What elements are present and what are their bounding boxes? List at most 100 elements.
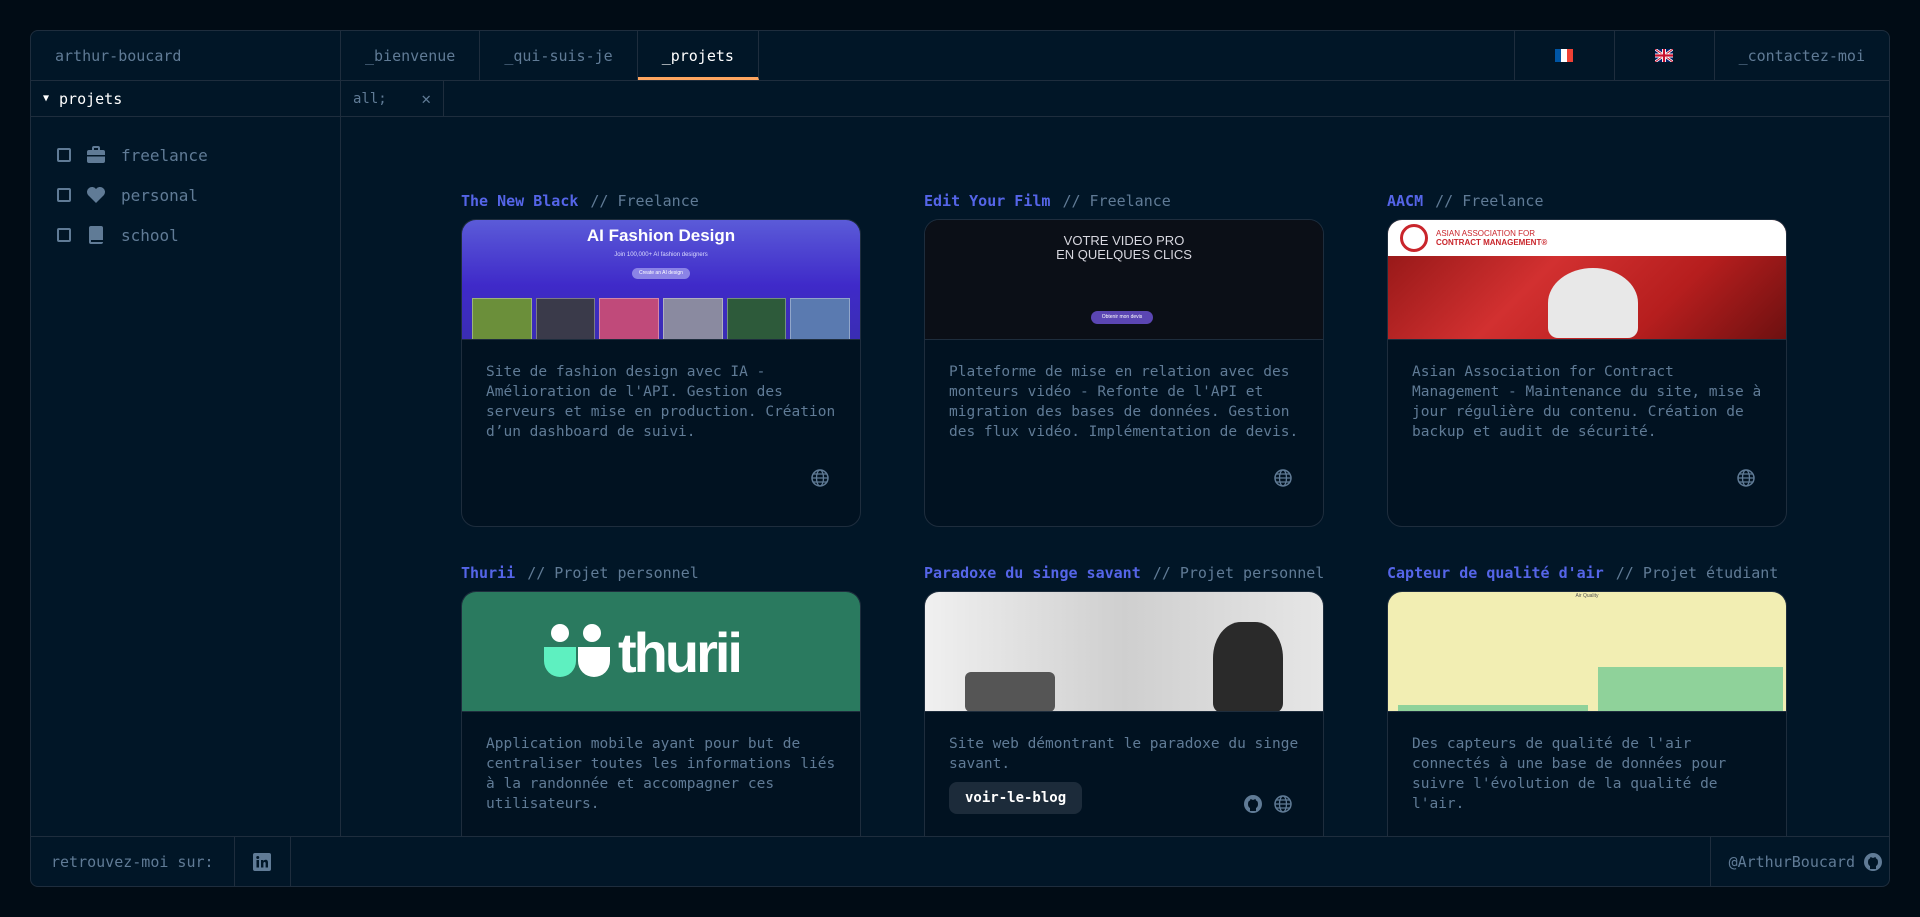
- filter-label: personal: [121, 185, 199, 205]
- project-card: Air Quality Des capteurs de qualité de l…: [1387, 591, 1787, 836]
- project-thumbnail: thurii: [462, 592, 860, 712]
- project-name: Capteur de qualité d'air: [1387, 564, 1604, 582]
- globe-icon[interactable]: [1736, 468, 1756, 488]
- thumb-title-line: VOTRE VIDEO PRO: [1063, 233, 1185, 248]
- thumb-chart-bar: [1398, 705, 1588, 711]
- filter-checkbox[interactable]: [57, 228, 71, 242]
- top-nav: arthur-boucard _bienvenue _qui-suis-je _…: [31, 31, 1889, 81]
- caret-down-icon: ▼: [43, 93, 50, 104]
- tab-qui-suis-je[interactable]: _qui-suis-je: [480, 31, 638, 80]
- tab-bienvenue[interactable]: _bienvenue: [341, 31, 481, 80]
- brand-name[interactable]: arthur-boucard: [31, 31, 341, 80]
- thumb-title: AI Fashion Design: [586, 226, 736, 245]
- projects-area: The New Black // Freelance AI Fashion De…: [341, 117, 1889, 836]
- book-icon: [85, 224, 107, 246]
- project-name: AACM: [1387, 192, 1424, 210]
- filter-freelance[interactable]: freelance: [31, 135, 340, 175]
- project-type: // Projet personnel: [1152, 564, 1325, 582]
- project-type: // Freelance: [590, 192, 699, 210]
- project-header: Paradoxe du singe savant // Projet perso…: [924, 555, 1324, 591]
- project-links: [1243, 794, 1293, 814]
- project-header: The New Black // Freelance: [461, 183, 861, 219]
- helmet-image: [1548, 268, 1638, 338]
- project-thumbnail: VOTRE VIDEO PRO EN QUELQUES CLICS Obteni…: [925, 220, 1323, 340]
- filter-tabbar: all; ✕: [341, 81, 1889, 117]
- filter-list: freelance personal school: [31, 117, 340, 255]
- filter-checkbox[interactable]: [57, 148, 71, 162]
- footer: retrouvez-moi sur: @ArthurBoucard: [31, 836, 1889, 886]
- briefcase-icon: [85, 144, 107, 166]
- contact-link[interactable]: _contactez-moi: [1713, 31, 1889, 80]
- linkedin-icon: [253, 852, 272, 871]
- project-header: Capteur de qualité d'air // Projet étudi…: [1387, 555, 1787, 591]
- project-description: Site de fashion design avec IA - Amélior…: [486, 364, 836, 440]
- project-type: // Freelance: [1062, 192, 1171, 210]
- project-links: [810, 468, 830, 488]
- thumb-button: Obtenir mon devis: [1091, 311, 1153, 324]
- project-item: Thurii // Projet personnel thurii Applic…: [461, 555, 861, 836]
- project-item: Edit Your Film // Freelance VOTRE VIDEO …: [924, 183, 1324, 527]
- active-filter-tab[interactable]: all; ✕: [341, 81, 444, 116]
- project-item: Paradoxe du singe savant // Projet perso…: [924, 555, 1324, 836]
- project-type: // Projet étudiant: [1615, 564, 1779, 582]
- filter-checkbox[interactable]: [57, 188, 71, 202]
- projects-grid: The New Black // Freelance AI Fashion De…: [461, 183, 1787, 836]
- sidebar-section-toggle[interactable]: ▼ projets: [31, 81, 340, 117]
- language-en-button[interactable]: [1613, 31, 1714, 80]
- project-header: Edit Your Film // Freelance: [924, 183, 1324, 219]
- globe-icon[interactable]: [1273, 794, 1293, 814]
- sidebar: ▼ projets freelance personal school: [31, 81, 341, 836]
- thumb-logo-line: CONTRACT MANAGEMENT®: [1436, 238, 1548, 247]
- project-links: [1736, 468, 1756, 488]
- project-description: Plateforme de mise en relation avec des …: [949, 364, 1299, 440]
- globe-icon[interactable]: [1273, 468, 1293, 488]
- project-card: Site web démontrant le paradoxe du singe…: [924, 591, 1324, 836]
- project-item: The New Black // Freelance AI Fashion De…: [461, 183, 861, 527]
- thumb-logo-line: ASIAN ASSOCIATION FOR: [1436, 229, 1535, 238]
- project-item: Capteur de qualité d'air // Projet étudi…: [1387, 555, 1787, 836]
- thumb-title-line: EN QUELQUES CLICS: [1056, 247, 1192, 262]
- project-name: The New Black: [461, 192, 579, 210]
- header-spacer: [759, 31, 1514, 80]
- sidebar-section-title: projets: [59, 89, 123, 108]
- aacm-logo-icon: [1400, 224, 1428, 252]
- project-name: Edit Your Film: [924, 192, 1051, 210]
- project-links: [1273, 468, 1293, 488]
- uk-flag-icon: [1655, 49, 1674, 62]
- project-name: Paradoxe du singe savant: [924, 564, 1141, 582]
- project-header: AACM // Freelance: [1387, 183, 1787, 219]
- project-thumbnail: [925, 592, 1323, 712]
- filter-label: freelance: [121, 145, 208, 165]
- thumb-word: thurii: [618, 621, 743, 684]
- voir-le-blog-button[interactable]: voir-le-blog: [949, 782, 1083, 814]
- thumb-title: VOTRE VIDEO PRO EN QUELQUES CLICS: [925, 234, 1323, 262]
- thurii-mark-icon: [544, 623, 610, 677]
- project-description: Des capteurs de qualité de l'air connect…: [1412, 736, 1727, 812]
- filter-label: school: [121, 225, 179, 245]
- heart-icon: [85, 184, 107, 206]
- language-fr-button[interactable]: [1513, 31, 1614, 80]
- project-card: AI Fashion Design Join 100,000+ AI fashi…: [461, 219, 861, 527]
- tab-projets[interactable]: _projets: [637, 31, 759, 80]
- project-description: Application mobile ayant pour but de cen…: [486, 736, 836, 812]
- project-card: VOTRE VIDEO PRO EN QUELQUES CLICS Obteni…: [924, 219, 1324, 527]
- app-window: arthur-boucard _bienvenue _qui-suis-je _…: [30, 30, 1890, 887]
- close-icon[interactable]: ✕: [421, 89, 431, 108]
- github-profile-link[interactable]: @ArthurBoucard: [1709, 837, 1889, 886]
- filter-school[interactable]: school: [31, 215, 340, 255]
- thurii-logo: thurii: [542, 620, 743, 685]
- french-flag-icon: [1555, 49, 1574, 62]
- filter-personal[interactable]: personal: [31, 175, 340, 215]
- project-card: thurii Application mobile ayant pour but…: [461, 591, 861, 836]
- github-icon[interactable]: [1243, 794, 1263, 814]
- globe-icon[interactable]: [810, 468, 830, 488]
- active-filter-label: all;: [353, 90, 387, 107]
- thumb-button: Create an AI design: [632, 268, 690, 279]
- thumb-chart-bar: [1598, 667, 1783, 711]
- project-description: Asian Association for Contract Managemen…: [1412, 364, 1762, 440]
- github-icon: [1864, 852, 1882, 871]
- project-name: Thurii: [461, 564, 516, 582]
- project-type: // Projet personnel: [527, 564, 699, 582]
- linkedin-link[interactable]: [235, 837, 291, 886]
- project-thumbnail: ASIAN ASSOCIATION FOR CONTRACT MANAGEMEN…: [1388, 220, 1786, 340]
